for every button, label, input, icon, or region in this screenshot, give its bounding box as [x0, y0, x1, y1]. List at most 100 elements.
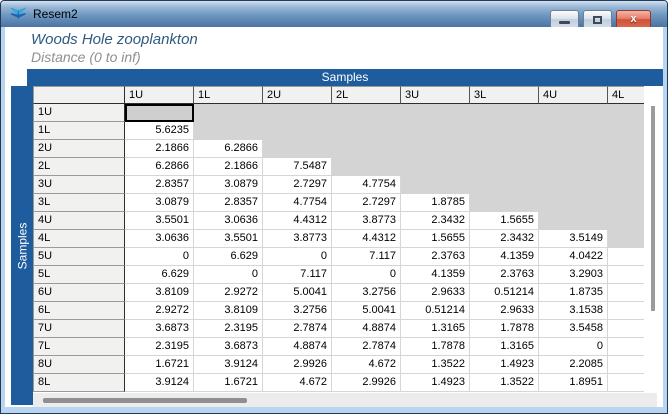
- matrix-cell[interactable]: 2.1866: [125, 140, 194, 158]
- col-header-4L[interactable]: 4L: [608, 86, 644, 104]
- matrix-cell[interactable]: 3.0879: [194, 176, 263, 194]
- matrix-cell[interactable]: 3.0636: [125, 230, 194, 248]
- matrix-cell[interactable]: [608, 266, 644, 284]
- matrix-cell[interactable]: 0.51214: [470, 284, 539, 302]
- matrix-cell[interactable]: 0: [194, 266, 263, 284]
- matrix-cell[interactable]: [608, 122, 644, 140]
- row-header-7L[interactable]: 7L: [33, 338, 125, 356]
- matrix-cell[interactable]: 2.7874: [332, 338, 401, 356]
- matrix-cell[interactable]: 2.9633: [470, 302, 539, 320]
- matrix-cell[interactable]: 7.117: [332, 248, 401, 266]
- matrix-cell[interactable]: 3.0879: [125, 194, 194, 212]
- grid-corner-cell[interactable]: [33, 86, 125, 104]
- matrix-cell[interactable]: [539, 176, 608, 194]
- matrix-cell[interactable]: 6.629: [194, 248, 263, 266]
- matrix-cell[interactable]: [470, 140, 539, 158]
- matrix-cell[interactable]: 1.8785: [401, 194, 470, 212]
- matrix-cell[interactable]: 3.8773: [332, 212, 401, 230]
- matrix-cell[interactable]: [608, 320, 644, 338]
- matrix-cell[interactable]: 0: [539, 338, 608, 356]
- matrix-cell[interactable]: 6.629: [125, 266, 194, 284]
- matrix-cell[interactable]: [608, 140, 644, 158]
- matrix-cell[interactable]: 0: [263, 248, 332, 266]
- matrix-cell[interactable]: [608, 356, 644, 374]
- matrix-cell[interactable]: [332, 158, 401, 176]
- matrix-cell[interactable]: 1.7878: [401, 338, 470, 356]
- matrix-cell[interactable]: 5.6235: [125, 122, 194, 140]
- matrix-cell[interactable]: [332, 140, 401, 158]
- matrix-cell[interactable]: 2.9633: [401, 284, 470, 302]
- matrix-cell[interactable]: [470, 122, 539, 140]
- matrix-cell[interactable]: 0.51214: [401, 302, 470, 320]
- col-header-3U[interactable]: 3U: [401, 86, 470, 104]
- matrix-cell[interactable]: 3.9124: [125, 374, 194, 392]
- matrix-cell[interactable]: 2.9926: [332, 374, 401, 392]
- matrix-cell[interactable]: [608, 104, 644, 122]
- matrix-cell[interactable]: 4.4312: [332, 230, 401, 248]
- matrix-cell[interactable]: [608, 284, 644, 302]
- matrix-cell[interactable]: [401, 158, 470, 176]
- matrix-cell[interactable]: 3.8109: [194, 302, 263, 320]
- matrix-cell[interactable]: 4.672: [332, 356, 401, 374]
- matrix-cell[interactable]: 5.0041: [263, 284, 332, 302]
- row-header-2L[interactable]: 2L: [33, 158, 125, 176]
- matrix-cell[interactable]: 4.1359: [401, 266, 470, 284]
- matrix-cell[interactable]: 2.3432: [401, 212, 470, 230]
- matrix-cell[interactable]: 4.7754: [263, 194, 332, 212]
- matrix-cell[interactable]: 0: [125, 248, 194, 266]
- matrix-cell[interactable]: [470, 176, 539, 194]
- matrix-cell[interactable]: 3.8773: [263, 230, 332, 248]
- matrix-cell[interactable]: 1.3522: [470, 374, 539, 392]
- matrix-cell[interactable]: [401, 104, 470, 122]
- row-header-2U[interactable]: 2U: [33, 140, 125, 158]
- matrix-cell[interactable]: [608, 338, 644, 356]
- matrix-cell[interactable]: [263, 122, 332, 140]
- row-header-5U[interactable]: 5U: [33, 248, 125, 266]
- matrix-cell[interactable]: 5.0041: [332, 302, 401, 320]
- matrix-cell[interactable]: 1.3522: [401, 356, 470, 374]
- matrix-cell[interactable]: 3.2756: [263, 302, 332, 320]
- matrix-cell[interactable]: 3.8109: [125, 284, 194, 302]
- matrix-cell[interactable]: [539, 212, 608, 230]
- matrix-cell[interactable]: 2.3195: [194, 320, 263, 338]
- matrix-cell[interactable]: [608, 194, 644, 212]
- matrix-cell[interactable]: 2.3432: [470, 230, 539, 248]
- row-header-1L[interactable]: 1L: [33, 122, 125, 140]
- matrix-cell[interactable]: 1.4923: [470, 356, 539, 374]
- matrix-cell[interactable]: 2.9272: [125, 302, 194, 320]
- matrix-cell[interactable]: 2.3763: [470, 266, 539, 284]
- matrix-cell[interactable]: [263, 104, 332, 122]
- matrix-cell[interactable]: 2.2085: [539, 356, 608, 374]
- matrix-cell[interactable]: 2.7297: [263, 176, 332, 194]
- row-header-1U[interactable]: 1U: [33, 104, 125, 122]
- matrix-cell[interactable]: [608, 302, 644, 320]
- vertical-scrollbar-thumb[interactable]: [651, 106, 655, 311]
- matrix-cell[interactable]: [401, 140, 470, 158]
- matrix-cell[interactable]: 4.0422: [539, 248, 608, 266]
- matrix-cell[interactable]: 3.6873: [194, 338, 263, 356]
- row-header-4U[interactable]: 4U: [33, 212, 125, 230]
- row-header-4L[interactable]: 4L: [33, 230, 125, 248]
- col-header-1L[interactable]: 1L: [194, 86, 263, 104]
- horizontal-scrollbar-thumb[interactable]: [43, 398, 247, 403]
- matrix-cell[interactable]: 4.1359: [470, 248, 539, 266]
- matrix-cell[interactable]: 3.9124: [194, 356, 263, 374]
- matrix-cell[interactable]: [401, 176, 470, 194]
- row-header-7U[interactable]: 7U: [33, 320, 125, 338]
- matrix-cell[interactable]: 7.5487: [263, 158, 332, 176]
- row-header-8L[interactable]: 8L: [33, 374, 125, 392]
- matrix-cell[interactable]: 2.9272: [194, 284, 263, 302]
- matrix-cell[interactable]: [539, 104, 608, 122]
- matrix-cell[interactable]: [608, 248, 644, 266]
- matrix-cell[interactable]: 4.8874: [263, 338, 332, 356]
- matrix-cell[interactable]: 1.8951: [539, 374, 608, 392]
- matrix-cell[interactable]: [539, 140, 608, 158]
- matrix-cell[interactable]: 1.7878: [470, 320, 539, 338]
- matrix-cell[interactable]: 0: [332, 266, 401, 284]
- matrix-cell[interactable]: 4.4312: [263, 212, 332, 230]
- matrix-cell[interactable]: 4.672: [263, 374, 332, 392]
- matrix-cell[interactable]: [608, 230, 644, 248]
- matrix-cell[interactable]: [608, 212, 644, 230]
- col-header-1U[interactable]: 1U: [125, 86, 194, 104]
- matrix-cell[interactable]: 3.1538: [539, 302, 608, 320]
